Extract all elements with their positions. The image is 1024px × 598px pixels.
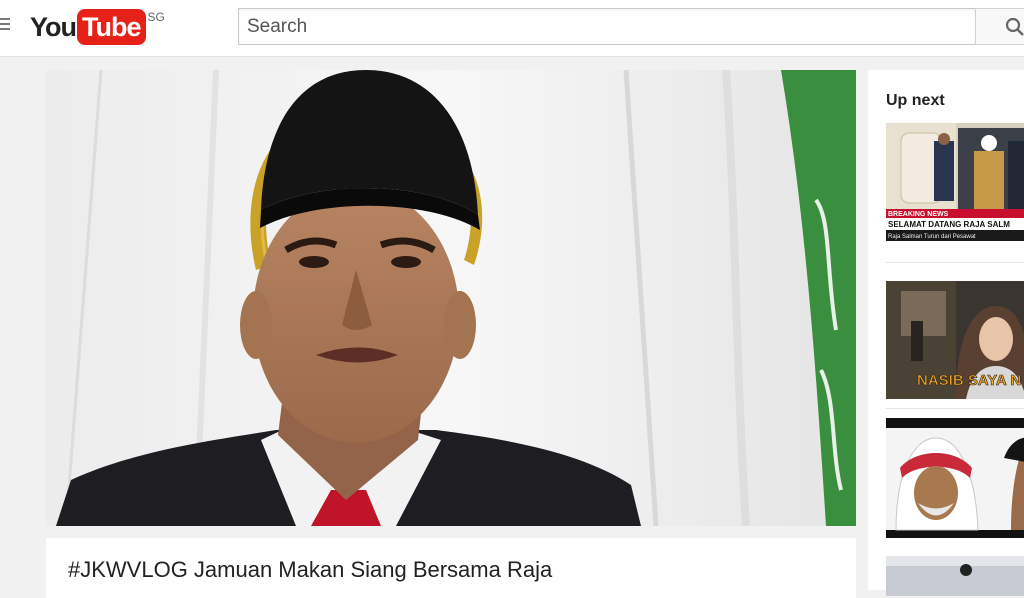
logo-text-tube: Tube <box>77 9 146 45</box>
video-title: #JKWVLOG Jamuan Makan Siang Bersama Raja <box>68 557 553 582</box>
up-next-thumbnail-3[interactable] <box>886 418 1024 538</box>
divider <box>886 262 1024 263</box>
logo-text-you: You <box>30 12 77 42</box>
masthead: You Tube SG <box>0 0 1024 57</box>
up-next-thumbnail-2[interactable]: NASIB SAYA N <box>886 281 1024 399</box>
thumbnail-image <box>886 418 1024 538</box>
search-icon <box>1005 17 1024 36</box>
video-frame <box>46 70 856 526</box>
search-box <box>238 8 976 45</box>
thumbnail-headline: SELAMAT DATANG RAJA SALM <box>888 220 1010 229</box>
thumbnail-subline: Raja Salman Turun dari Pesawat <box>888 234 976 240</box>
video-player[interactable] <box>46 70 856 526</box>
divider <box>886 408 1024 409</box>
up-next-heading: Up next <box>886 92 945 109</box>
search-button[interactable] <box>975 8 1024 45</box>
thumbnail-image: NASIB SAYA N <box>886 281 1024 399</box>
up-next-sidebar: Up next BREAKING NEWS SELAMAT DATANG RAJ… <box>868 70 1024 596</box>
breaking-news-label: BREAKING NEWS <box>888 211 949 218</box>
youtube-logo[interactable]: You Tube SG <box>30 9 165 45</box>
thumbnail-image: BREAKING NEWS SELAMAT DATANG RAJA SALM R… <box>886 123 1024 241</box>
thumbnail-overlay-text: NASIB SAYA N <box>917 372 1021 389</box>
search-input[interactable] <box>239 9 975 44</box>
hamburger-menu-icon[interactable] <box>0 18 10 32</box>
up-next-thumbnail-4[interactable] <box>886 556 1024 596</box>
logo-country-code: SG <box>147 10 165 24</box>
video-info-card: #JKWVLOG Jamuan Makan Siang Bersama Raja <box>46 538 856 598</box>
thumbnail-image <box>886 556 1024 596</box>
up-next-thumbnail-1[interactable]: BREAKING NEWS SELAMAT DATANG RAJA SALM R… <box>886 123 1024 241</box>
